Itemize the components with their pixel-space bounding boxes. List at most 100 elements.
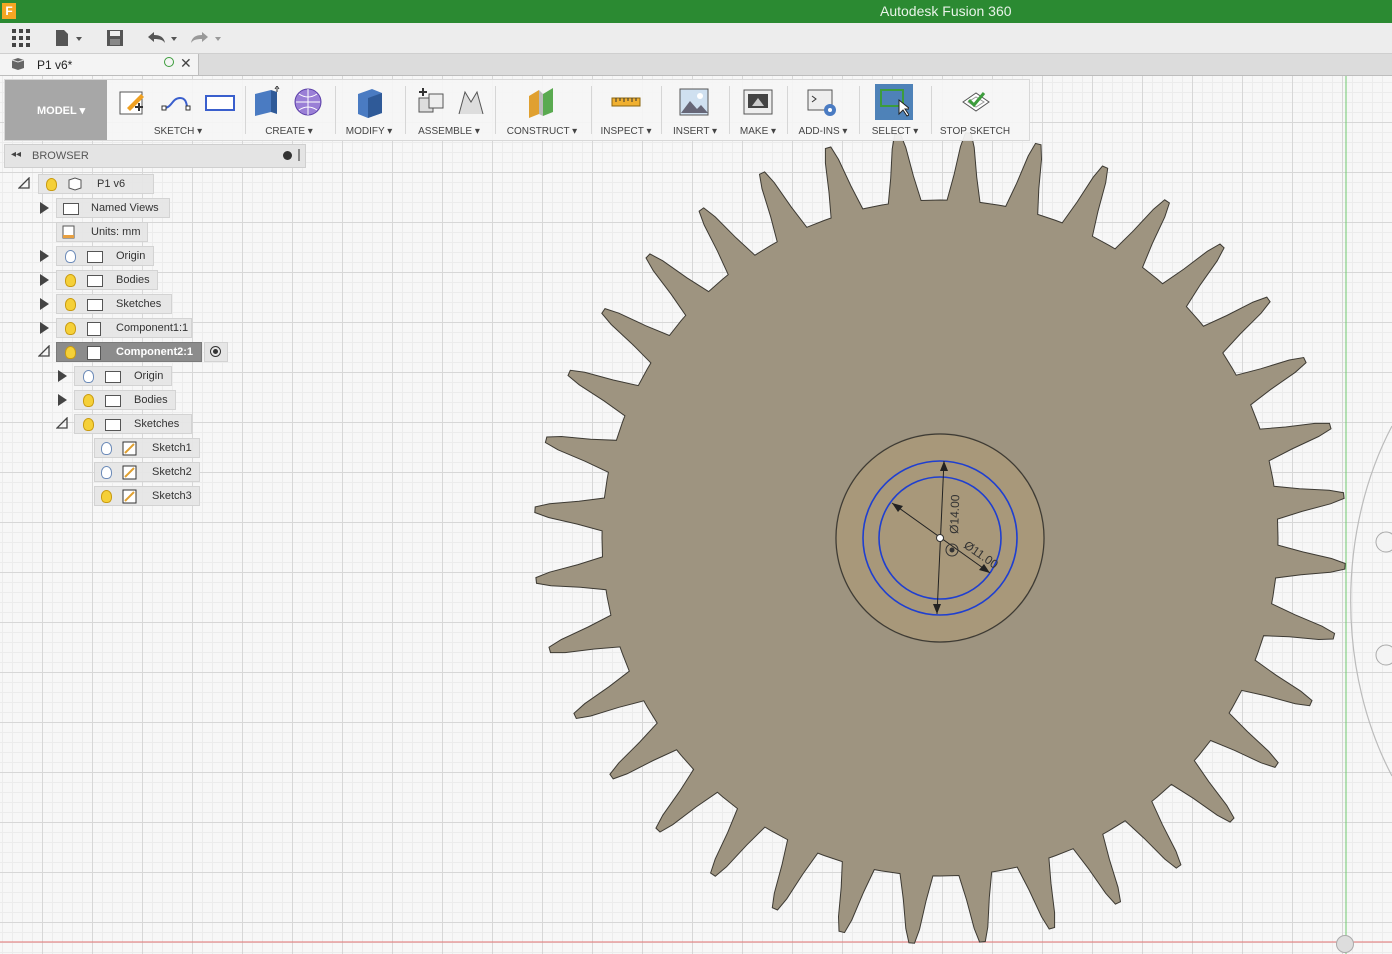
- root-node[interactable]: P1 v6: [38, 174, 154, 194]
- close-tab-icon[interactable]: ✕: [180, 55, 192, 72]
- browser-panel-header[interactable]: ◂◂ BROWSER: [4, 144, 306, 168]
- expand-arrow-icon[interactable]: [40, 274, 49, 286]
- press-pull-icon[interactable]: [355, 86, 385, 118]
- visibility-bulb-icon[interactable]: [101, 490, 112, 503]
- tree-row-c2-origin[interactable]: Origin: [56, 365, 196, 386]
- expand-arrow-icon[interactable]: [40, 322, 49, 334]
- tree-row-component1[interactable]: Component1:1: [38, 317, 198, 338]
- dimension-outer-text[interactable]: Ø14.00: [947, 494, 962, 534]
- units-node[interactable]: Units: mm: [56, 222, 148, 242]
- named-views-node[interactable]: Named Views: [56, 198, 170, 218]
- c2-origin-node[interactable]: Origin: [74, 366, 172, 386]
- visibility-bulb-off-icon[interactable]: [101, 442, 112, 455]
- tree-row-c2-sketches[interactable]: Sketches: [54, 413, 194, 434]
- fusion-app-icon[interactable]: F: [2, 3, 16, 19]
- c2-origin-label: Origin: [134, 370, 164, 382]
- expand-arrow-icon[interactable]: [40, 202, 49, 214]
- visibility-bulb-icon[interactable]: [46, 178, 57, 191]
- expand-arrow-icon[interactable]: [58, 370, 67, 382]
- data-panel-grid-icon[interactable]: [12, 29, 30, 47]
- measure-icon[interactable]: [611, 86, 641, 118]
- visibility-bulb-icon[interactable]: [65, 274, 76, 287]
- visibility-bulb-icon[interactable]: [83, 418, 94, 431]
- construct-group[interactable]: CONSTRUCT ▾: [499, 80, 585, 140]
- component2-node[interactable]: Component2:1: [56, 342, 202, 362]
- collapse-arrow-icon[interactable]: [38, 345, 50, 357]
- sketch3-node[interactable]: Sketch3: [94, 486, 200, 506]
- tree-row-origin[interactable]: Origin: [38, 245, 178, 266]
- tree-row-sketch2[interactable]: Sketch2: [94, 461, 204, 482]
- c2-bodies-node[interactable]: Bodies: [74, 390, 176, 410]
- joint-icon[interactable]: [455, 86, 485, 118]
- tree-row-sketches[interactable]: Sketches: [38, 293, 178, 314]
- sketch-group[interactable]: SKETCH ▾: [113, 80, 243, 140]
- browser-resize-handle[interactable]: [298, 149, 300, 161]
- tree-row-sketch1[interactable]: Sketch1: [94, 437, 204, 458]
- insert-image-icon[interactable]: [679, 86, 709, 118]
- create-sketch-icon[interactable]: [117, 86, 147, 118]
- expand-arrow-icon[interactable]: [58, 394, 67, 406]
- expand-arrow-icon[interactable]: [40, 250, 49, 262]
- tree-row-bodies[interactable]: Bodies: [38, 269, 178, 290]
- stop-sketch-group[interactable]: STOP SKETCH: [935, 80, 1015, 140]
- activate-component-radio[interactable]: [204, 342, 228, 362]
- 3d-print-icon[interactable]: [743, 86, 773, 118]
- modify-group[interactable]: MODIFY ▾: [339, 80, 399, 140]
- visibility-bulb-off-icon[interactable]: [101, 466, 112, 479]
- tree-row-c2-bodies[interactable]: Bodies: [56, 389, 196, 410]
- sketches-node[interactable]: Sketches: [56, 294, 172, 314]
- component1-node[interactable]: Component1:1: [56, 318, 192, 338]
- create-group[interactable]: CREATE ▾: [247, 80, 331, 140]
- expand-arrow-icon[interactable]: [40, 298, 49, 310]
- folder-icon: [105, 419, 121, 431]
- form-icon[interactable]: [293, 86, 323, 118]
- create-group-label: CREATE ▾: [265, 126, 313, 137]
- document-tab[interactable]: P1 v6* ✕: [0, 54, 199, 75]
- collapse-arrow-icon[interactable]: [18, 177, 30, 189]
- insert-group[interactable]: INSERT ▾: [665, 80, 725, 140]
- stop-sketch-icon[interactable]: [961, 86, 991, 118]
- rectangle-icon[interactable]: [205, 86, 235, 118]
- visibility-bulb-icon[interactable]: [65, 298, 76, 311]
- tree-row-sketch3[interactable]: Sketch3: [94, 485, 204, 506]
- new-component-icon[interactable]: [415, 86, 445, 118]
- scripts-addins-icon[interactable]: [807, 86, 837, 118]
- tree-row-component2[interactable]: Component2:1: [36, 341, 236, 362]
- sketch-center-point[interactable]: [936, 534, 944, 542]
- folder-icon: [105, 395, 121, 407]
- separator: [245, 86, 246, 134]
- redo-icon[interactable]: [189, 29, 223, 47]
- collapse-browser-icon[interactable]: ◂◂: [11, 149, 21, 160]
- browser-options-icon[interactable]: [283, 151, 292, 160]
- c2-sketches-node[interactable]: Sketches: [74, 414, 192, 434]
- visibility-bulb-icon[interactable]: [65, 346, 76, 359]
- viewport-canvas[interactable]: Ø14.00 Ø11.00: [0, 76, 1392, 954]
- add-ins-group[interactable]: ADD-INS ▾: [791, 80, 855, 140]
- select-cursor-icon[interactable]: [879, 88, 909, 120]
- visibility-bulb-icon[interactable]: [65, 322, 76, 335]
- assemble-group[interactable]: ASSEMBLE ▾: [409, 80, 489, 140]
- folder-icon: [105, 371, 121, 383]
- visibility-bulb-off-icon[interactable]: [83, 370, 94, 383]
- inspect-group[interactable]: INSPECT ▾: [595, 80, 657, 140]
- offset-plane-icon[interactable]: [527, 86, 557, 118]
- sketches-label: Sketches: [116, 298, 162, 310]
- visibility-bulb-icon[interactable]: [83, 394, 94, 407]
- tree-row-units[interactable]: Units: mm: [38, 221, 178, 242]
- bodies-node[interactable]: Bodies: [56, 270, 158, 290]
- undo-icon[interactable]: [145, 29, 179, 47]
- make-group[interactable]: MAKE ▾: [733, 80, 783, 140]
- save-icon[interactable]: [106, 29, 124, 47]
- sketch2-node[interactable]: Sketch2: [94, 462, 200, 482]
- workspace-switcher[interactable]: MODEL ▾: [5, 80, 107, 140]
- collapse-arrow-icon[interactable]: [56, 417, 68, 429]
- tree-row-named-views[interactable]: Named Views: [38, 197, 178, 218]
- extrude-icon[interactable]: [251, 86, 281, 118]
- select-group[interactable]: SELECT ▾: [863, 80, 927, 140]
- visibility-bulb-off-icon[interactable]: [65, 250, 76, 263]
- file-menu-icon[interactable]: [54, 29, 82, 47]
- sketch1-node[interactable]: Sketch1: [94, 438, 200, 458]
- origin-node[interactable]: Origin: [56, 246, 154, 266]
- tree-row-root[interactable]: P1 v6: [18, 173, 154, 194]
- line-spline-icon[interactable]: [161, 86, 191, 118]
